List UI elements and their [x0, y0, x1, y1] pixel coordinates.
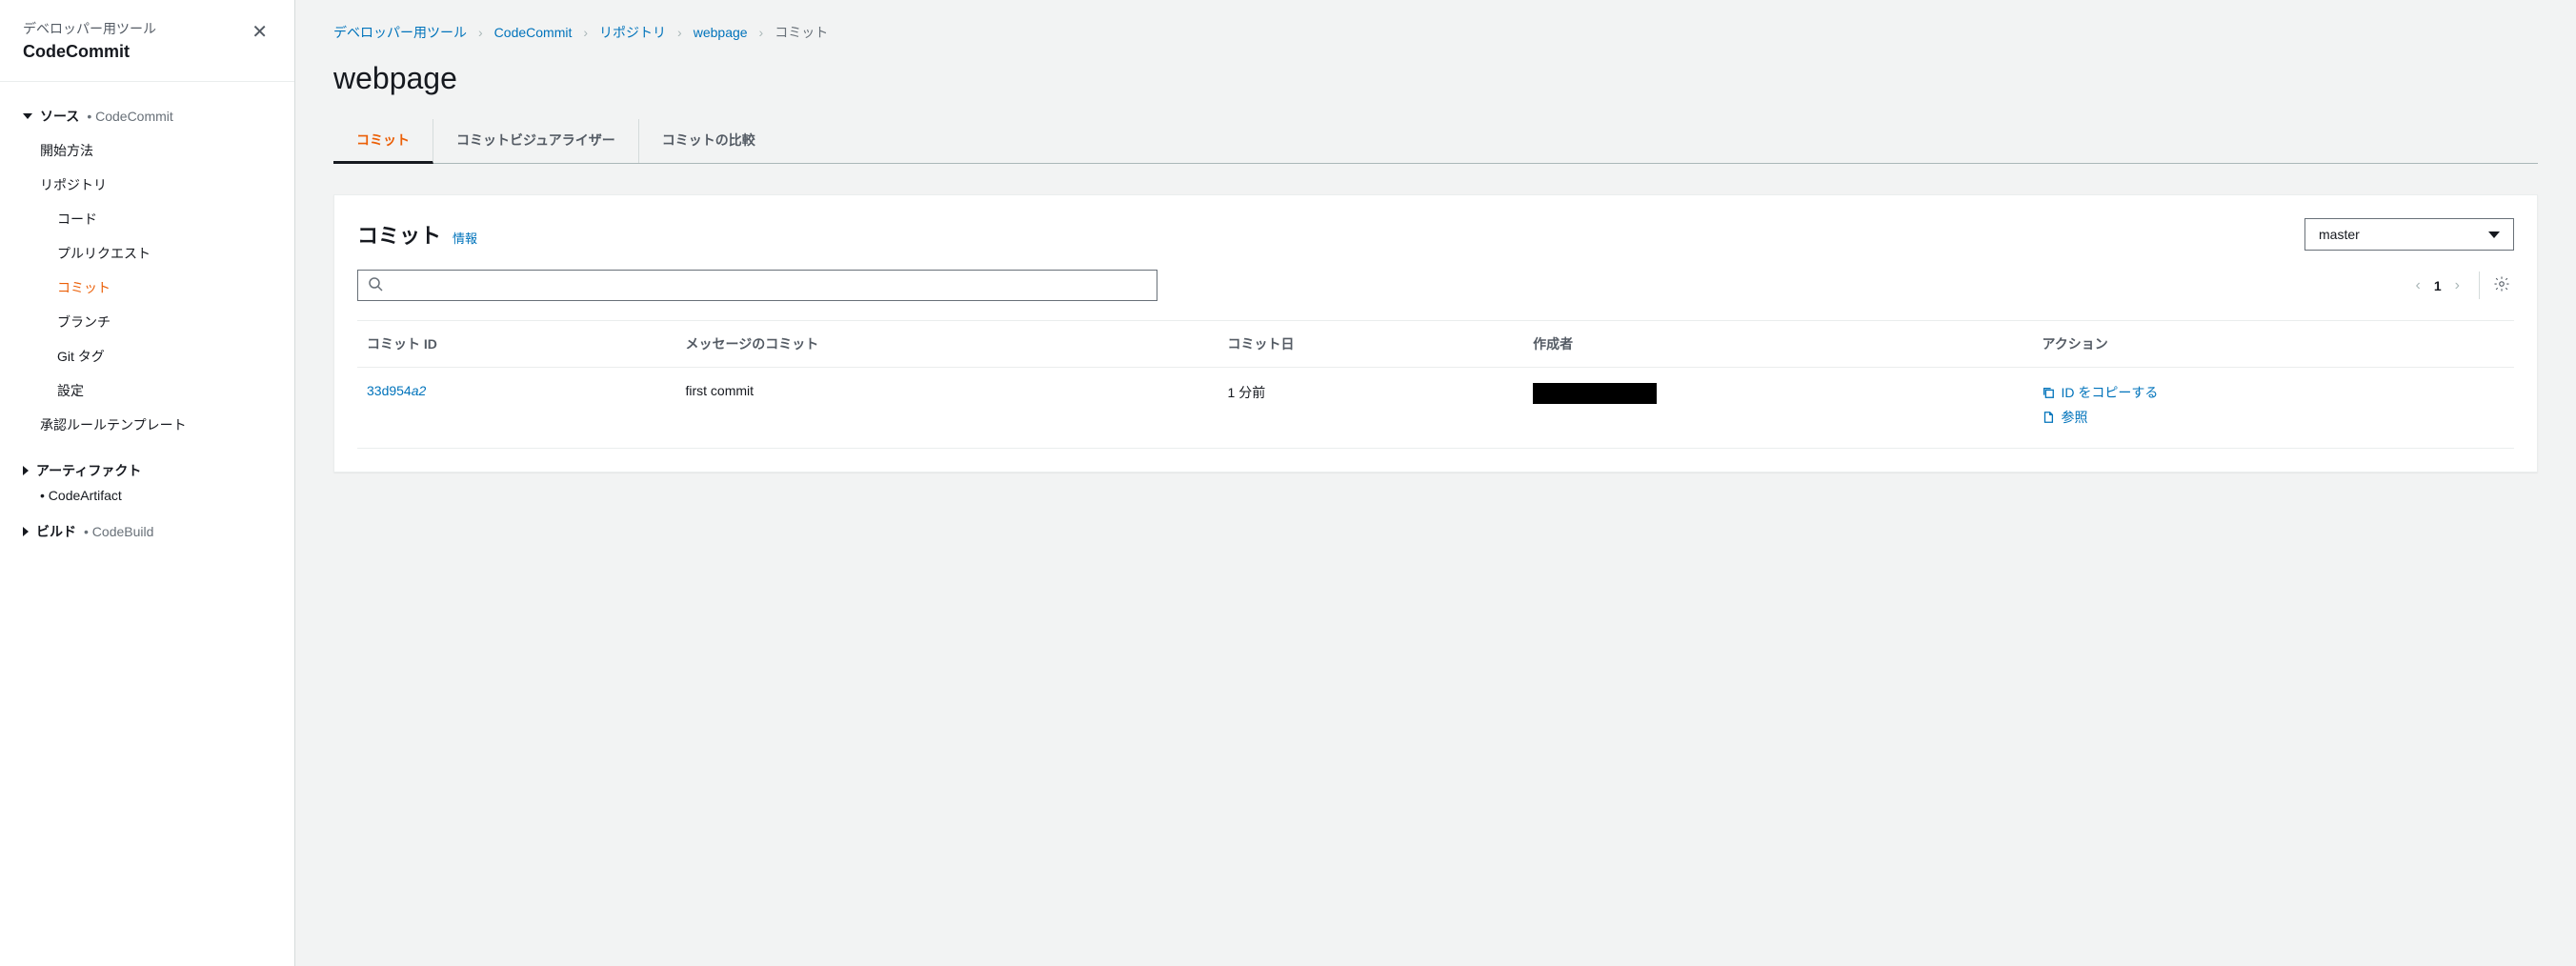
- nav-section-artifact[interactable]: アーティファクト: [23, 453, 272, 488]
- commit-id-link[interactable]: 33d954a2: [367, 383, 426, 398]
- info-link[interactable]: 情報: [453, 229, 477, 247]
- main-content: デベロッパー用ツール › CodeCommit › リポジトリ › webpag…: [295, 0, 2576, 966]
- col-message: メッセージのコミット: [675, 321, 1218, 368]
- nav-section-build[interactable]: ビルド • CodeBuild: [23, 514, 272, 549]
- copy-icon: [2042, 386, 2055, 399]
- chevron-right-icon: ›: [478, 25, 483, 40]
- tab-commit-visualizer[interactable]: コミットビジュアライザー: [433, 119, 639, 163]
- chevron-right-icon: ›: [759, 25, 764, 40]
- tabs: コミット コミットビジュアライザー コミットの比較: [333, 119, 2538, 164]
- caret-right-icon: [23, 527, 29, 536]
- chevron-right-icon: ›: [677, 25, 682, 40]
- branch-select[interactable]: master: [2304, 218, 2514, 251]
- nav-item-code[interactable]: コード: [40, 202, 272, 236]
- col-date: コミット日: [1218, 321, 1524, 368]
- chevron-right-icon: ›: [583, 25, 588, 40]
- tab-commits[interactable]: コミット: [333, 119, 433, 164]
- panel-title: コミット: [357, 219, 441, 250]
- tab-compare-commits[interactable]: コミットの比較: [639, 119, 778, 163]
- sidebar: デベロッパー用ツール CodeCommit ✕ ソース • CodeCommit…: [0, 0, 295, 966]
- close-icon[interactable]: ✕: [248, 19, 272, 46]
- nav-item-repositories[interactable]: リポジトリ: [40, 168, 272, 202]
- sidebar-subtitle: デベロッパー用ツール: [23, 19, 156, 38]
- nav-item-git-tags[interactable]: Git タグ: [40, 339, 272, 373]
- triangle-down-icon: [2488, 231, 2500, 238]
- commits-panel: コミット 情報 master ‹ 1: [333, 194, 2538, 473]
- commits-table: コミット ID メッセージのコミット コミット日 作成者 アクション 33d95…: [357, 320, 2514, 449]
- nav-item-getting-started[interactable]: 開始方法: [40, 133, 272, 168]
- search-field[interactable]: [391, 278, 1147, 293]
- search-input[interactable]: [357, 270, 1157, 301]
- sidebar-title: CodeCommit: [23, 42, 156, 62]
- breadcrumb-link[interactable]: デベロッパー用ツール: [333, 23, 467, 42]
- commit-date: 1 分前: [1218, 368, 1524, 449]
- next-page-icon[interactable]: ›: [2455, 277, 2460, 294]
- nav-item-pull-requests[interactable]: プルリクエスト: [40, 236, 272, 271]
- browse-action[interactable]: 参照: [2042, 408, 2505, 427]
- branch-select-value: master: [2319, 227, 2360, 242]
- copy-id-action[interactable]: ID をコピーする: [2042, 383, 2505, 402]
- caret-down-icon: [23, 113, 32, 119]
- breadcrumb-link[interactable]: リポジトリ: [599, 23, 666, 42]
- col-author: 作成者: [1523, 321, 2032, 368]
- pager: ‹ 1 ›: [2410, 277, 2465, 294]
- nav-section-source[interactable]: ソース • CodeCommit: [23, 99, 272, 133]
- nav-item-commits[interactable]: コミット: [40, 271, 272, 305]
- nav-item-approval-templates[interactable]: 承認ルールテンプレート: [40, 408, 272, 442]
- breadcrumb-link[interactable]: webpage: [694, 25, 748, 40]
- commit-message: first commit: [675, 368, 1218, 449]
- table-row: 33d954a2 first commit 1 分前 ID をコピーする: [357, 368, 2514, 449]
- redacted-author: [1533, 383, 1657, 404]
- breadcrumb: デベロッパー用ツール › CodeCommit › リポジトリ › webpag…: [333, 23, 2538, 42]
- nav-item-settings[interactable]: 設定: [40, 373, 272, 408]
- gear-icon[interactable]: [2479, 272, 2514, 299]
- breadcrumb-current: コミット: [775, 23, 828, 42]
- file-icon: [2042, 411, 2055, 424]
- nav-item-branches[interactable]: ブランチ: [40, 305, 272, 339]
- search-icon: [368, 276, 383, 294]
- prev-page-icon[interactable]: ‹: [2416, 277, 2421, 294]
- commit-author: [1523, 368, 2032, 449]
- breadcrumb-link[interactable]: CodeCommit: [494, 25, 573, 40]
- page-title: webpage: [333, 61, 2538, 96]
- page-number: 1: [2434, 278, 2442, 293]
- col-actions: アクション: [2032, 321, 2514, 368]
- col-commit-id: コミット ID: [357, 321, 675, 368]
- caret-right-icon: [23, 466, 29, 475]
